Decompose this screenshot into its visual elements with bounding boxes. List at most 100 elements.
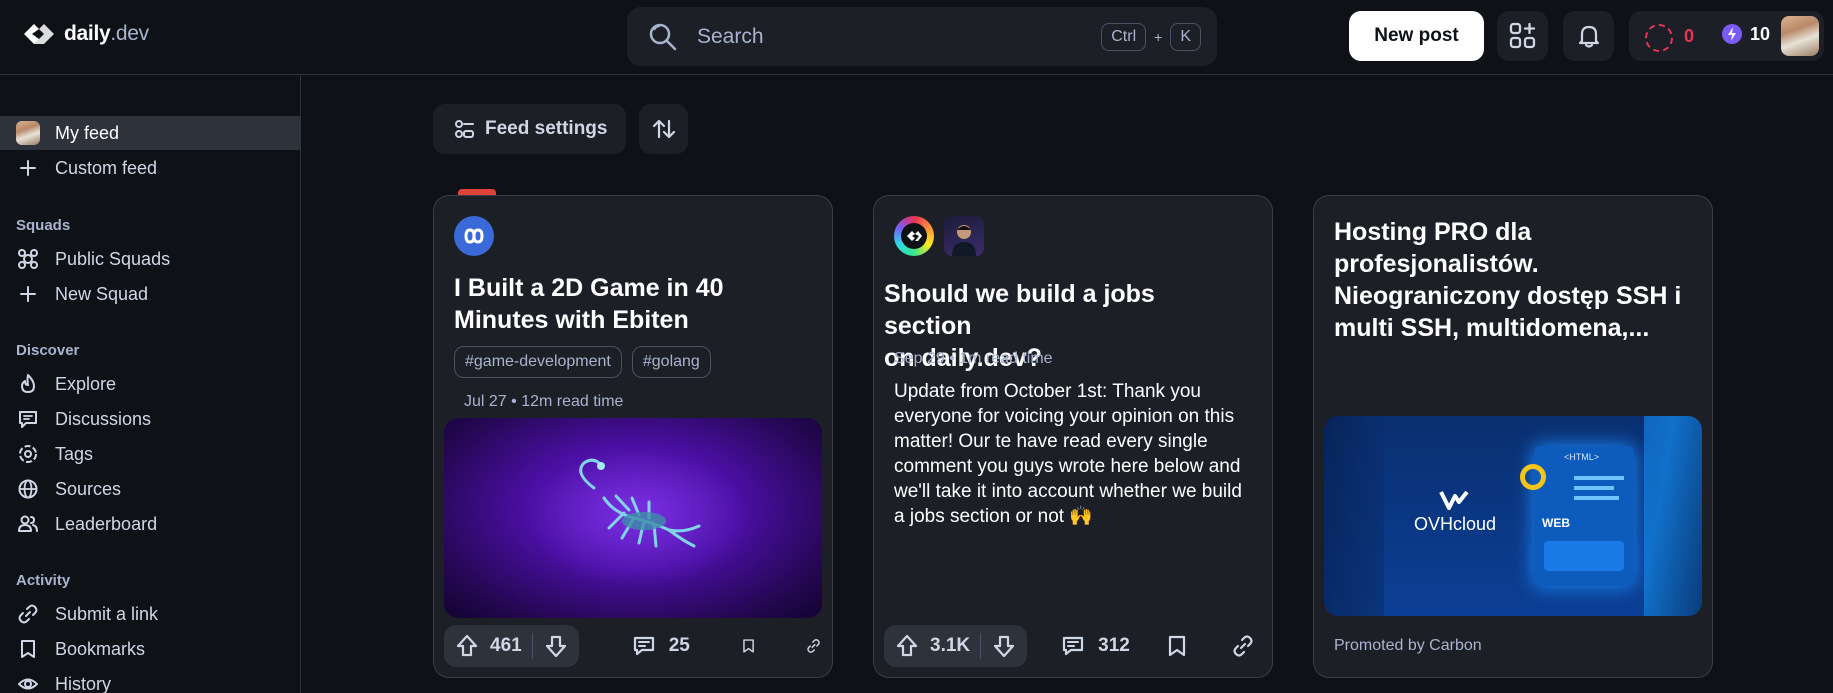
lightning-icon xyxy=(1722,24,1742,44)
daily-dev-squad-icon xyxy=(901,223,927,249)
post-card[interactable]: I Built a 2D Game in 40 Minutes with Ebi… xyxy=(433,195,833,678)
sidebar-item-label: Bookmarks xyxy=(55,638,146,659)
post-actions: 3.1K 312 xyxy=(884,625,1262,667)
sidebar-item-label: Tags xyxy=(55,443,94,464)
link-icon[interactable] xyxy=(805,633,822,659)
upvote-icon[interactable] xyxy=(894,633,920,659)
link-icon[interactable] xyxy=(1230,633,1256,659)
streak-value: 10 xyxy=(1750,23,1771,44)
downvote-icon[interactable] xyxy=(991,633,1017,659)
shortcut-key-k: K xyxy=(1170,22,1201,51)
sidebar-item-discussions[interactable]: Discussions xyxy=(0,402,300,436)
flame-icon xyxy=(16,372,40,396)
sidebar-item-label: Discussions xyxy=(55,408,152,429)
sidebar-item-history[interactable]: History xyxy=(0,667,300,693)
upvote-count: 461 xyxy=(490,635,522,656)
ad-line xyxy=(1574,496,1619,500)
squads-heading: Squads xyxy=(16,217,71,234)
user-avatar[interactable] xyxy=(1781,16,1819,56)
search-icon xyxy=(649,23,677,50)
filter-icon xyxy=(455,120,474,138)
downvote-icon[interactable] xyxy=(543,633,569,659)
comments-button[interactable]: 312 xyxy=(1060,633,1130,659)
bookmark-icon[interactable] xyxy=(740,633,757,659)
sidebar-item-sources[interactable]: Sources xyxy=(0,472,300,506)
ad-title-line: profesjonalistów. xyxy=(1334,250,1539,278)
search-bar[interactable]: Search Ctrl + K xyxy=(627,7,1217,66)
sidebar-item-label: Submit a link xyxy=(55,603,159,624)
squads-icon xyxy=(16,247,40,271)
sidebar-item-label: Leaderboard xyxy=(55,513,158,534)
post-title-line: I Built a 2D Game in 40 xyxy=(454,274,724,302)
ad-line xyxy=(1574,476,1624,480)
post-actions: 461 25 xyxy=(444,625,822,667)
sidebar-item-tags[interactable]: Tags xyxy=(0,437,300,471)
vote-pill: 3.1K xyxy=(884,625,1028,667)
my-feed-avatar xyxy=(16,121,40,145)
sidebar-item-label: Sources xyxy=(55,478,122,499)
profile-summary[interactable]: 0 10 xyxy=(1629,11,1824,61)
users-icon xyxy=(16,512,40,536)
upvote-count: 3.1K xyxy=(930,635,971,656)
eye-icon xyxy=(16,672,40,693)
bell-icon xyxy=(1578,25,1599,48)
post-meta: Jul 27 • 12m read time xyxy=(464,393,624,410)
sidebar-item-public-squads[interactable]: Public Squads xyxy=(0,242,300,276)
sidebar-item-label: Public Squads xyxy=(55,248,171,269)
sidebar-item-leaderboard[interactable]: Leaderboard xyxy=(0,507,300,541)
ad-card[interactable]: Hosting PRO dla profesjonalistów. Nieogr… xyxy=(1313,195,1713,678)
bookmark-icon[interactable] xyxy=(1164,633,1190,659)
post-body-line: Update from October 1st: Thank you xyxy=(894,381,1201,402)
feed-settings-label: Feed settings xyxy=(485,118,608,139)
comment-count: 312 xyxy=(1098,635,1130,656)
chat-icon xyxy=(16,407,40,431)
apps-add-icon xyxy=(1509,22,1535,49)
post-body-line: everyone for voicing your opinion on thi… xyxy=(894,406,1235,427)
ad-title-line: multi SSH, multidomena,... xyxy=(1334,314,1650,342)
daily-dev-logo[interactable]: daily.dev xyxy=(20,20,149,48)
post-image[interactable] xyxy=(444,418,822,618)
logo-main-text: daily xyxy=(64,22,111,45)
sidebar-item-my-feed[interactable]: My feed xyxy=(0,116,300,150)
comment-icon xyxy=(1063,636,1084,656)
shortcut-key-ctrl: Ctrl xyxy=(1101,22,1147,51)
discover-heading: Discover xyxy=(16,342,80,359)
post-meta: Sep 29 • 1m read time xyxy=(894,350,1053,367)
logo-icon xyxy=(24,24,54,44)
link-icon xyxy=(16,602,40,626)
sidebar-item-new-squad[interactable]: New Squad xyxy=(0,277,300,311)
ad-title-line: Nieograniczony dostęp SSH i xyxy=(1334,282,1682,310)
sidebar-item-label: My feed xyxy=(55,122,120,143)
ad-image[interactable]: OVHcloud <HTML> WEB xyxy=(1324,416,1702,616)
new-post-button[interactable]: New post xyxy=(1349,11,1484,61)
comments-button[interactable]: 25 xyxy=(631,633,690,659)
feed-settings-button[interactable]: Feed settings xyxy=(433,104,626,154)
post-body-line: we'll take it into account whether we bu… xyxy=(894,481,1242,502)
upvote-icon[interactable] xyxy=(454,633,480,659)
ad-title[interactable]: Hosting PRO dla profesjonalistów. Nieogr… xyxy=(1334,216,1694,344)
sidebar-item-custom-feed[interactable]: Custom feed xyxy=(0,151,300,185)
tag-chip[interactable]: #golang xyxy=(631,346,711,378)
tag-chip[interactable]: #game-development xyxy=(454,346,622,378)
squads-button[interactable] xyxy=(1497,11,1548,61)
sidebar-item-label: History xyxy=(55,673,112,693)
post-body-line: comment you guys wrote here below and xyxy=(894,456,1241,477)
ad-title-line: Hosting PRO dla xyxy=(1334,218,1532,246)
post-body: Update from October 1st: Thank you every… xyxy=(894,379,1254,529)
top-header: daily.dev Search Ctrl + K New post 0 10 xyxy=(0,0,1833,75)
sidebar-item-submit-link[interactable]: Submit a link xyxy=(0,597,300,631)
notifications-button[interactable] xyxy=(1563,11,1614,61)
author-avatar[interactable] xyxy=(944,216,984,256)
sidebar-item-bookmarks[interactable]: Bookmarks xyxy=(0,632,300,666)
shortcut-plus: + xyxy=(1154,28,1163,45)
sidebar-item-label: Explore xyxy=(55,373,117,394)
reputation-value: 0 xyxy=(1684,26,1695,46)
sidebar-item-explore[interactable]: Explore xyxy=(0,367,300,401)
sort-button[interactable] xyxy=(639,104,688,154)
post-title[interactable]: I Built a 2D Game in 40 Minutes with Ebi… xyxy=(454,272,814,336)
ovhcloud-wordmark: OVHcloud xyxy=(1413,514,1497,534)
source-logo[interactable] xyxy=(894,216,934,256)
source-logo[interactable] xyxy=(454,216,494,256)
post-card[interactable]: Should we build a jobs section on daily.… xyxy=(873,195,1273,678)
ad-screen xyxy=(1544,541,1624,571)
